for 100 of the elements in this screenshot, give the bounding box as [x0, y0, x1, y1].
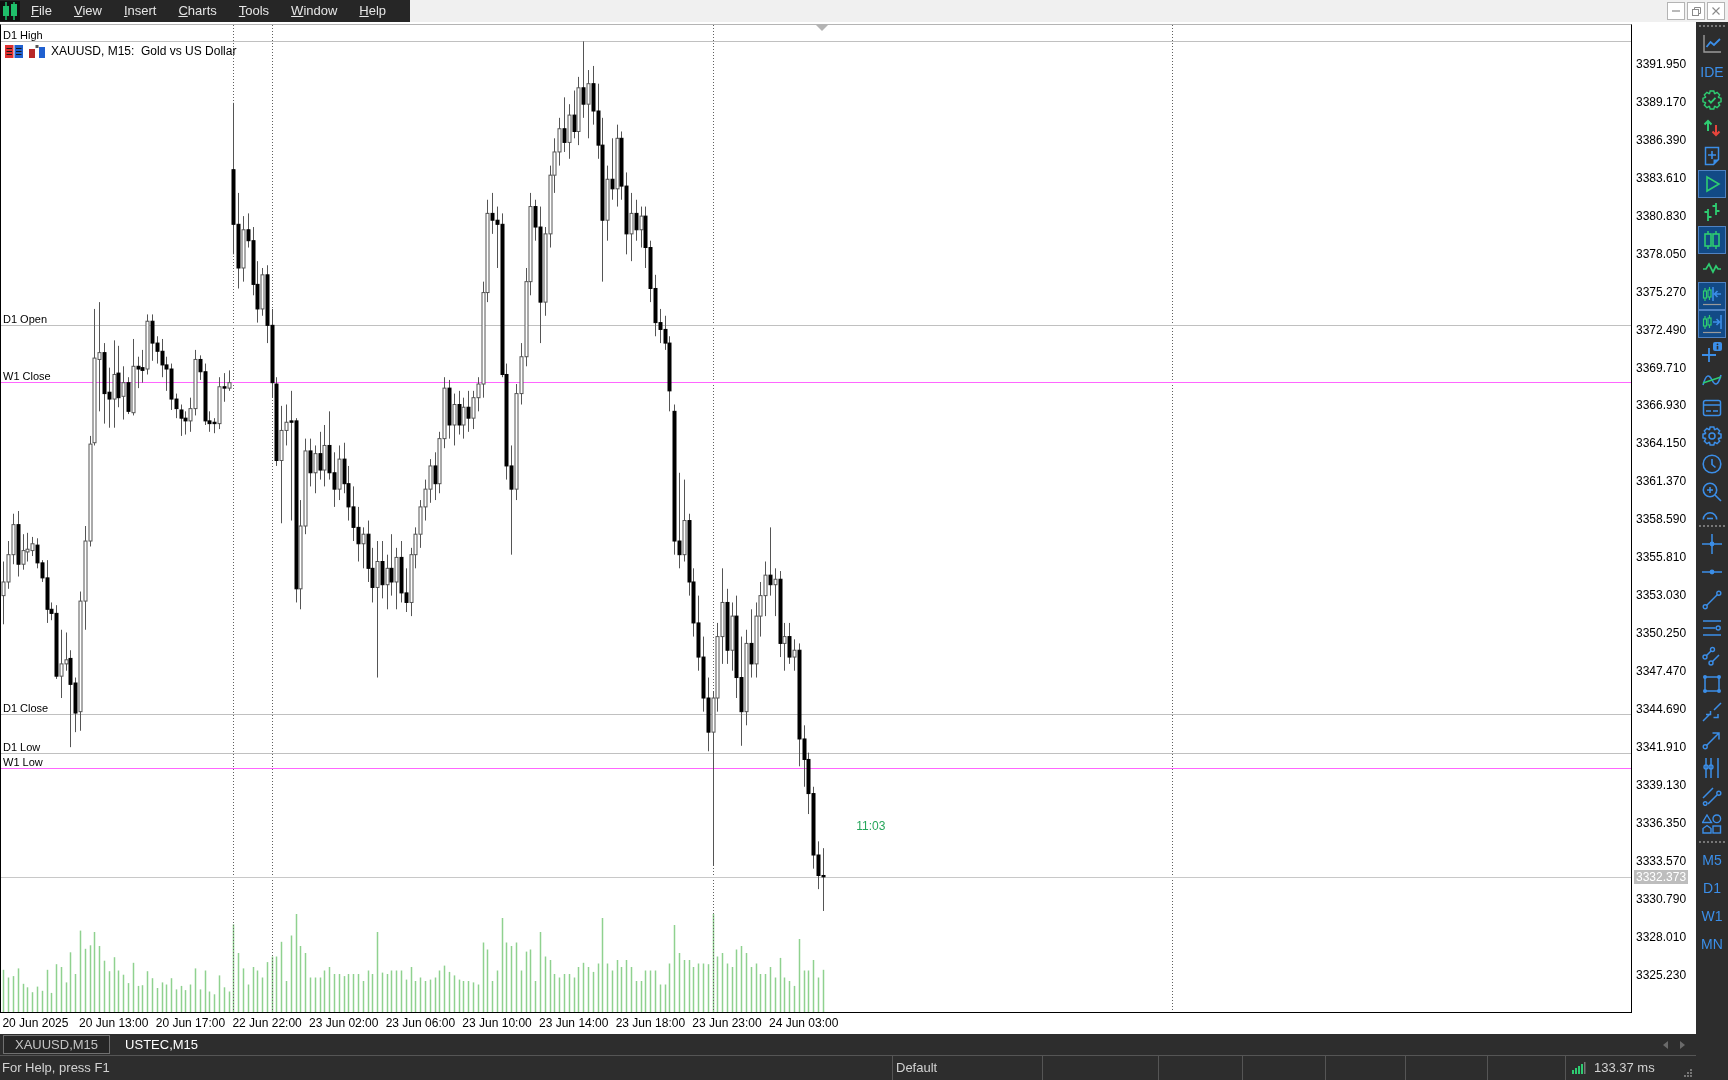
- toolbar-button[interactable]: M5: [1698, 846, 1726, 874]
- time-axis-label: 23 Jun 10:00: [462, 1016, 532, 1030]
- time-axis-label: 23 Jun 18:00: [615, 1016, 686, 1030]
- toolbar-button[interactable]: [1698, 170, 1726, 198]
- price-axis-label: 3389.170: [1636, 94, 1687, 109]
- horizontal-line-icon: [1702, 569, 1722, 575]
- price-axis-label: 3344.690: [1636, 702, 1687, 717]
- current-price-label: 3332.373: [1634, 869, 1689, 884]
- arrow-line-icon: [1702, 730, 1722, 750]
- price-axis-label: 3369.710: [1636, 360, 1687, 375]
- toolbar-button[interactable]: MN: [1698, 930, 1726, 958]
- close-button[interactable]: [1707, 2, 1725, 20]
- restore-icon: [1691, 6, 1701, 16]
- price-axis-label: 3391.950: [1636, 56, 1687, 71]
- gear-check-icon: [1702, 90, 1722, 110]
- toolbar-button[interactable]: D1: [1698, 874, 1726, 902]
- shapes-icon: [1702, 814, 1722, 834]
- price-axis-label: 3386.390: [1636, 132, 1687, 147]
- status-text: For Help, press F1: [2, 1059, 110, 1078]
- clock-icon: [1702, 454, 1722, 474]
- price-axis-label: 3364.150: [1636, 436, 1687, 451]
- candlestick-icon: [1702, 230, 1722, 250]
- up-down-arrows-icon: [1702, 118, 1722, 138]
- price-axis-label: 3341.910: [1636, 740, 1687, 754]
- list-icon[interactable]: [5, 44, 23, 58]
- menu-item[interactable]: Insert: [112, 0, 168, 22]
- price-axis-label: 3366.930: [1636, 398, 1687, 413]
- price-axis-label: 3330.790: [1636, 891, 1687, 906]
- candles-left-arrow-icon: [1702, 286, 1722, 306]
- chart-tab[interactable]: USTEC,M15: [113, 1035, 211, 1054]
- document-plus-icon: [1702, 146, 1722, 166]
- price-axis-label: 3328.010: [1636, 929, 1687, 944]
- level-label: D1 Close: [3, 702, 49, 714]
- chart-tab[interactable]: XAUUSD,M15: [3, 1035, 111, 1054]
- time-axis-label: 24 Jun 03:00: [769, 1016, 839, 1030]
- candles-right-arrow-icon: [1702, 314, 1722, 334]
- caret-right-icon[interactable]: [1680, 1040, 1685, 1049]
- time-axis-label: 20 Jun 17:00: [155, 1016, 226, 1030]
- window-icon: [1702, 398, 1722, 418]
- price-axis-label: 3361.370: [1636, 474, 1687, 489]
- menu-item[interactable]: File: [20, 0, 63, 22]
- menu-item[interactable]: Charts: [167, 0, 228, 22]
- triangle-marker-icon[interactable]: [816, 25, 828, 31]
- bars-icon[interactable]: [29, 44, 45, 58]
- time-axis-label: 20 Jun 2025: [2, 1016, 69, 1030]
- toolbar-button[interactable]: W1: [1698, 902, 1726, 930]
- resize-grip-icon[interactable]: [1684, 1069, 1692, 1077]
- price-axis-label: 3350.250: [1636, 626, 1687, 641]
- price-axis-label: 3358.590: [1636, 512, 1687, 527]
- restore-button[interactable]: [1687, 2, 1705, 20]
- level-label: W1 Low: [3, 756, 43, 768]
- time-axis-label: 23 Jun 14:00: [539, 1016, 609, 1030]
- time-axis-label: 23 Jun 02:00: [309, 1016, 379, 1030]
- zoom-in-icon: [1702, 482, 1722, 502]
- profile-name: Default: [896, 1059, 938, 1078]
- channel-icon: [1702, 646, 1722, 666]
- price-axis-label: 3336.350: [1636, 815, 1687, 830]
- menu-item[interactable]: Window: [280, 0, 349, 22]
- time-axis-label: 20 Jun 13:00: [79, 1016, 149, 1030]
- level-label: D1 High: [3, 29, 43, 41]
- price-axis-label: 3325.230: [1636, 967, 1687, 982]
- time-axis-label: 23 Jun 23:00: [692, 1016, 762, 1030]
- minimize-icon: [1672, 10, 1680, 12]
- parallel-diagonals-icon: [1702, 786, 1722, 806]
- price-axis-label: 3353.030: [1636, 588, 1687, 603]
- toolbar-button[interactable]: [1698, 282, 1726, 310]
- crosshair-info-icon: [1702, 342, 1722, 362]
- parallel-lines-icon: [1702, 618, 1722, 638]
- caret-left-icon[interactable]: [1663, 1040, 1668, 1049]
- menu-item[interactable]: Tools: [227, 0, 281, 22]
- price-axis-label: 3333.570: [1636, 853, 1687, 868]
- price-axis-label: 3347.470: [1636, 664, 1687, 679]
- latency-text: 133.37 ms: [1594, 1059, 1655, 1078]
- time-axis-label: 22 Jun 22:00: [232, 1016, 302, 1030]
- price-axis-label: 3383.610: [1636, 170, 1687, 185]
- menu-item[interactable]: View: [62, 0, 113, 22]
- toolbar-button[interactable]: [1698, 310, 1726, 338]
- line-chart-icon: [1702, 34, 1722, 54]
- menu-item[interactable]: Help: [348, 0, 398, 22]
- time-axis-label: 23 Jun 06:00: [385, 1016, 456, 1030]
- level-label: W1 Close: [3, 370, 51, 382]
- signal-bars-icon: [1572, 1062, 1586, 1074]
- level-label: D1 Open: [3, 313, 48, 325]
- level-label: D1 Low: [3, 741, 41, 753]
- vertical-lines-icon: [1702, 758, 1722, 778]
- price-axis-label: 3378.050: [1636, 246, 1687, 261]
- settings-icon: [1702, 426, 1722, 446]
- bar-chart-icon: [1702, 202, 1722, 222]
- trend-line-icon: [1702, 590, 1722, 610]
- price-axis-label: 3372.490: [1636, 322, 1687, 337]
- app-icon: [0, 1, 20, 21]
- toolbar-button[interactable]: IDE: [1698, 58, 1726, 86]
- crosshair-icon: [1702, 534, 1722, 554]
- price-axis-label: 3355.810: [1636, 550, 1687, 565]
- price-axis-label: 3339.130: [1636, 777, 1687, 792]
- close-icon: [1712, 7, 1720, 15]
- rectangle-icon: [1702, 674, 1722, 694]
- price-axis-label: 3380.830: [1636, 208, 1687, 223]
- toolbar-button[interactable]: [1698, 226, 1726, 254]
- price-axis-label: 3375.270: [1636, 284, 1687, 299]
